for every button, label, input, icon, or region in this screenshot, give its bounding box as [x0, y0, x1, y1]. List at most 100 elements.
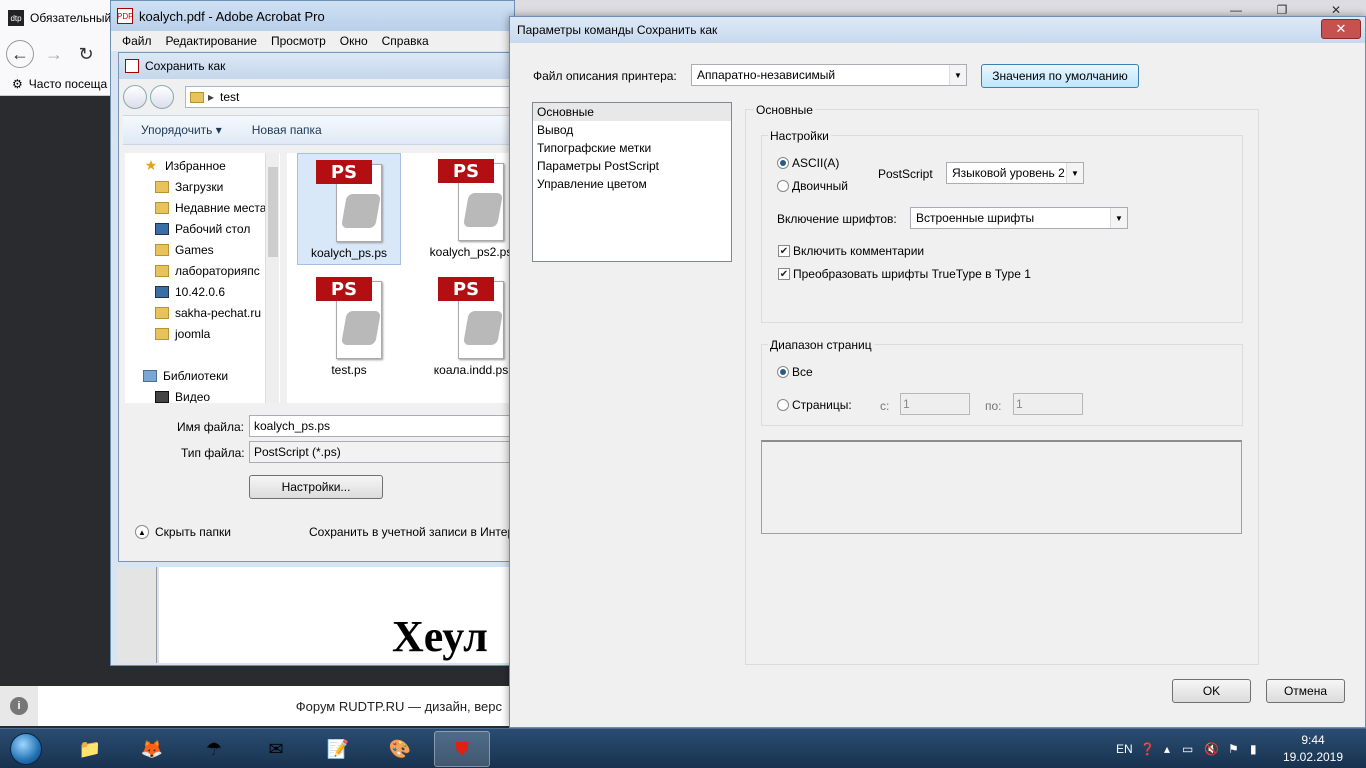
menu-help[interactable]: Справка	[375, 34, 436, 48]
filename-input[interactable]: koalych_ps.ps	[249, 415, 515, 437]
folder-icon	[155, 264, 169, 277]
help-icon[interactable]: ❓	[1140, 729, 1155, 768]
settings-group-title: Настройки	[768, 129, 831, 143]
path-breadcrumb[interactable]: ▸ test	[185, 86, 513, 108]
folder-icon	[155, 327, 169, 340]
folder-icon	[190, 91, 204, 103]
to-page-input[interactable]: 1	[1013, 393, 1083, 415]
organize-button[interactable]: Упорядочить ▾	[141, 123, 222, 137]
save-as-dialog: Сохранить как ▸ test Упорядочить ▾ Новая…	[118, 52, 518, 562]
settings-button[interactable]: Настройки...	[249, 475, 383, 499]
filetype-select[interactable]: PostScript (*.ps)	[249, 441, 515, 463]
category-item[interactable]: Вывод	[533, 121, 731, 139]
defaults-button[interactable]: Значения по умолчанию	[981, 64, 1139, 88]
from-page-input[interactable]: 1	[900, 393, 970, 415]
forward-button[interactable]	[150, 85, 174, 109]
file-item[interactable]: PS коала.indd.ps	[419, 271, 515, 383]
path-segment[interactable]: test	[220, 90, 239, 104]
nav-libraries[interactable]: Библиотеки	[125, 365, 280, 386]
chevron-down-icon: ▼	[949, 65, 966, 85]
save-as-title-bar: Сохранить как	[119, 53, 517, 79]
nav-recent-places[interactable]: Недавние места	[125, 197, 280, 218]
clock[interactable]: 9:44 19.02.2019	[1278, 732, 1348, 766]
category-item[interactable]: Основные	[533, 103, 731, 121]
browser-tab[interactable]: dtp Обязательный	[0, 0, 112, 36]
ascii-radio[interactable]	[777, 157, 789, 169]
start-button[interactable]	[4, 730, 48, 768]
include-comments-checkbox[interactable]: ✔	[778, 245, 790, 257]
fonts-label: Включение шрифтов:	[777, 212, 897, 226]
menu-edit[interactable]: Редактирование	[159, 34, 264, 48]
tray-language[interactable]: EN	[1116, 729, 1133, 768]
paint-icon[interactable]: 🎨	[372, 731, 428, 767]
category-item[interactable]: Типографские метки	[533, 139, 731, 157]
binary-label: Двоичный	[792, 179, 848, 193]
volume-muted-icon[interactable]: 🔇	[1204, 729, 1219, 768]
nav-scrollbar[interactable]	[265, 153, 279, 403]
back-button[interactable]: ←	[6, 40, 34, 68]
page-range-title: Диапазон страниц	[768, 338, 874, 352]
folder-icon	[155, 243, 169, 256]
close-icon[interactable]: ✕	[1321, 19, 1361, 39]
nav-lab[interactable]: лабораторияпс	[125, 260, 280, 281]
browser-tab-title: Обязательный	[30, 11, 112, 25]
menu-window[interactable]: Окно	[333, 34, 375, 48]
nav-network-host[interactable]: 10.42.0.6	[125, 281, 280, 302]
star-icon: ★	[144, 157, 158, 173]
acrobat-icon[interactable]: ⛊	[434, 731, 490, 767]
convert-truetype-checkbox[interactable]: ✔	[778, 268, 790, 280]
new-folder-button[interactable]: Новая папка	[252, 123, 322, 137]
display-icon[interactable]: ▭	[1182, 729, 1193, 768]
thunderbird-icon[interactable]: ✉	[248, 731, 304, 767]
back-button[interactable]	[123, 85, 147, 109]
fonts-select[interactable]: Встроенные шрифты ▼	[910, 207, 1128, 229]
pages-radio[interactable]	[777, 399, 789, 411]
file-name: koalych_ps.ps	[310, 246, 388, 260]
ppd-select[interactable]: Аппаратно-независимый ▼	[691, 64, 967, 86]
category-item[interactable]: Управление цветом	[533, 175, 731, 193]
notepadpp-icon[interactable]: 📝	[310, 731, 366, 767]
nav-games[interactable]: Games	[125, 239, 280, 260]
clock-date: 19.02.2019	[1282, 750, 1344, 764]
save-in-account-link[interactable]: Сохранить в учетной записи в Интер	[309, 525, 514, 539]
fonts-select-value: Встроенные шрифты	[916, 211, 1035, 225]
nav-sakha-pechat[interactable]: sakha-pechat.ru	[125, 302, 280, 323]
nav-video[interactable]: Видео	[125, 386, 280, 403]
page-range-group	[761, 344, 1243, 426]
app-umbrella-icon[interactable]: ☂	[186, 731, 242, 767]
menu-view[interactable]: Просмотр	[264, 34, 333, 48]
network-icon[interactable]: ▮	[1250, 729, 1257, 768]
gear-icon[interactable]: ⚙	[12, 77, 23, 91]
tray-arrow-icon[interactable]: ▴	[1164, 729, 1170, 768]
nav-downloads[interactable]: Загрузки	[125, 176, 280, 197]
binary-radio[interactable]	[777, 180, 789, 192]
nav-favorites[interactable]: ★ Избранное	[125, 155, 280, 176]
firefox-icon[interactable]: 🦊	[124, 731, 180, 767]
file-list: PS koalych_ps.ps PS koalych_ps2.ps PS te…	[287, 153, 515, 403]
ok-button[interactable]: OK	[1172, 679, 1251, 703]
file-name: test.ps	[331, 363, 367, 377]
file-item[interactable]: PS koalych_ps.ps	[297, 153, 401, 265]
cancel-button[interactable]: Отмена	[1266, 679, 1345, 703]
forward-button[interactable]: →	[40, 40, 68, 68]
nav-joomla[interactable]: joomla	[125, 323, 280, 344]
description-area	[761, 440, 1242, 534]
all-pages-radio[interactable]	[777, 366, 789, 378]
acrobat-menu-bar: Файл Редактирование Просмотр Окно Справк…	[111, 31, 514, 51]
save-as-title: Сохранить как	[145, 59, 226, 73]
postscript-level-select[interactable]: Языковой уровень 2 ▼	[946, 162, 1084, 184]
file-item[interactable]: PS test.ps	[297, 271, 401, 383]
nav-desktop[interactable]: Рабочий стол	[125, 218, 280, 239]
flag-icon[interactable]: ⚑	[1228, 729, 1239, 768]
reload-button[interactable]: ↻	[72, 40, 100, 68]
file-item[interactable]: PS koalych_ps2.ps	[419, 153, 515, 265]
info-icon[interactable]: i	[0, 686, 38, 726]
hide-folders-toggle[interactable]: ▲ Скрыть папки	[135, 525, 231, 539]
menu-file[interactable]: Файл	[115, 34, 159, 48]
explorer-icon[interactable]: 📁	[62, 731, 118, 767]
acrobat-side-panel	[117, 567, 157, 663]
category-item[interactable]: Параметры PostScript	[533, 157, 731, 175]
scrollbar-thumb[interactable]	[268, 167, 278, 257]
category-list: Основные Вывод Типографские метки Параме…	[532, 102, 732, 262]
bookmark-frequent[interactable]: Часто посеща	[29, 77, 107, 91]
